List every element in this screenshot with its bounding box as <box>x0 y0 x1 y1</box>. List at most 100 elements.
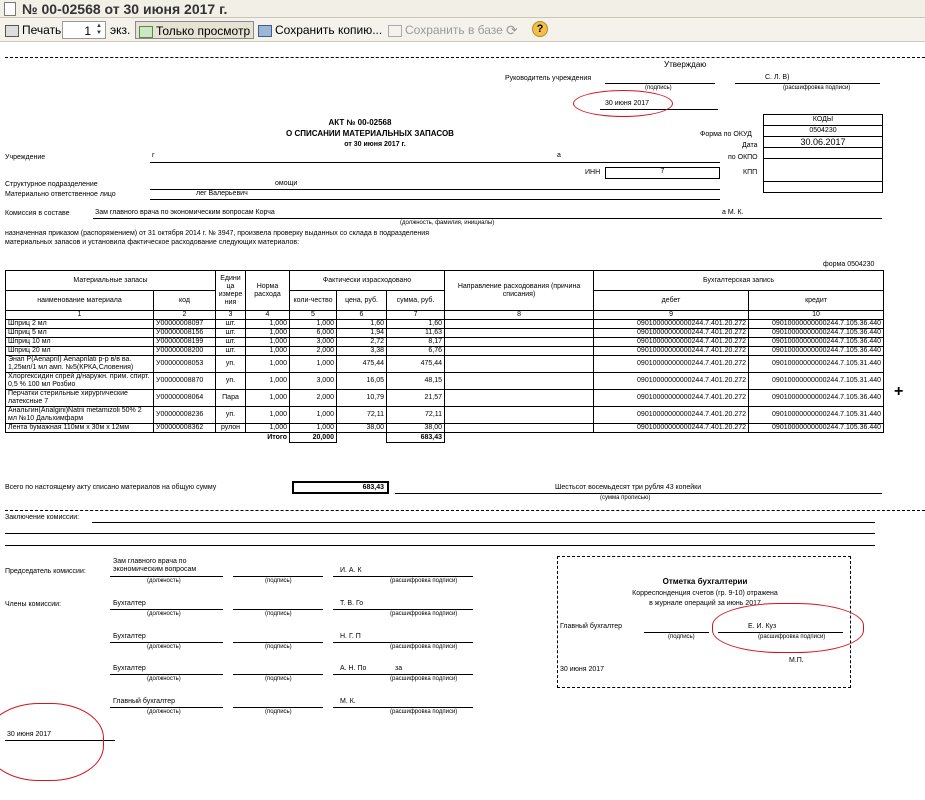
view-only-toggle[interactable]: Только просмотр <box>135 21 255 39</box>
column-number: 3 <box>215 310 246 320</box>
table-row: Анальгин(Analgini)Natrii metamizoli 50% … <box>5 406 885 424</box>
cell-name: Шприц 2 мл <box>5 319 154 329</box>
head-name: С. Л. В) <box>765 74 790 81</box>
copies-unit-label: экз. <box>110 23 131 37</box>
okpo-label: по ОКПО <box>728 154 758 161</box>
print-button[interactable]: Печать <box>2 21 64 39</box>
conclusion-label: Заключение комиссии: <box>5 514 80 521</box>
table-row: Перчатки стерильные хирургические латекс… <box>5 389 885 407</box>
cell-sum: 11,63 <box>385 328 446 338</box>
toolbar: Печать 1 ▲ ▼ экз. Только просмотр Сохрани… <box>0 18 925 42</box>
cell-sum: 72,11 <box>385 406 446 424</box>
cell-dir <box>444 423 595 433</box>
refresh-icon[interactable]: ⟳ <box>503 21 521 39</box>
cell-unit: шт. <box>215 328 246 338</box>
head-label: Руководитель учреждения <box>505 75 592 82</box>
cell-norm: 1,000 <box>245 372 290 390</box>
cell-code: У00000008199 <box>153 337 216 347</box>
cell-unit: рулон <box>215 423 246 433</box>
window-titlebar: № 00-02568 от 30 июня 2017 г. <box>0 0 925 18</box>
column-number: 2 <box>153 310 216 320</box>
cell-credit: 09010000000000244.7.105.31.440 <box>748 406 885 424</box>
cell-qty: 2,000 <box>289 346 337 356</box>
cell-dir <box>444 389 595 407</box>
cell-dir <box>444 372 595 390</box>
okpo-code <box>763 147 883 159</box>
cell-debit: 09010000000000244.7.401.20.272 <box>593 328 750 338</box>
cell-sum: 8,17 <box>385 337 446 347</box>
inn-box: 7 <box>605 167 720 179</box>
column-number: 10 <box>748 310 885 320</box>
member-position: Бухгалтер <box>113 633 146 640</box>
cell-norm: 1,000 <box>245 389 290 407</box>
cell-price: 72,11 <box>336 406 387 424</box>
cell-debit: 09010000000000244.7.401.20.272 <box>593 372 750 390</box>
cell-norm: 1,000 <box>245 355 290 373</box>
copies-input[interactable]: 1 ▲ ▼ <box>62 21 106 39</box>
cell-credit: 09010000000000244.7.105.36.440 <box>748 346 885 356</box>
cell-norm: 1,000 <box>245 406 290 424</box>
kpp-code <box>763 181 883 193</box>
cell-qty: 1,000 <box>289 319 337 329</box>
cell-credit: 09010000000000244.7.105.31.440 <box>748 355 885 373</box>
codes-table: КОДЫ 0504230 30.06.2017 <box>763 114 883 193</box>
approve-label: Утверждаю <box>664 60 707 69</box>
save-db-icon <box>388 24 402 37</box>
cell-price: 1,94 <box>336 328 387 338</box>
total-words: Шестьсот восемьдесят три рубля 43 копейк… <box>555 484 702 491</box>
cell-debit: 09010000000000244.7.401.20.272 <box>593 355 750 373</box>
cell-credit: 09010000000000244.7.105.36.440 <box>748 423 885 433</box>
table-row: Шприц 10 мл У00000008199 шт. 1,000 3,000 2,72… <box>5 337 885 347</box>
help-icon[interactable]: ? <box>532 21 548 37</box>
table-row: Шприц 5 мл У00000008156 шт. 1,000 6,000 1,94 1… <box>5 328 885 338</box>
cell-code: У00000008156 <box>153 328 216 338</box>
cell-price: 38,00 <box>336 423 387 433</box>
cell-credit: 09010000000000244.7.105.36.440 <box>748 328 885 338</box>
member-position: Бухгалтер <box>113 600 146 607</box>
cell-dir <box>444 406 595 424</box>
cell-name: Анальгин(Analgini)Natrii metamizoli 50% … <box>5 406 154 424</box>
table-row: Энап Р(Aenapril) Aenaprilati р-р в/в ва.… <box>5 355 885 373</box>
total-text: Всего по настоящему акту списано материа… <box>5 484 217 491</box>
cell-sum: 1,60 <box>385 319 446 329</box>
cell-qty: 1,000 <box>289 423 337 433</box>
cell-price: 16,05 <box>336 372 387 390</box>
cell-sum: 38,00 <box>385 423 446 433</box>
red-circle-mark <box>573 90 673 117</box>
save-db-button[interactable]: Сохранить в базе <box>385 21 506 39</box>
commission-label: Комиссия в составе <box>5 210 70 217</box>
cell-code: У00000008870 <box>153 372 216 390</box>
commission-value: Зам главного врача по экономическим вопр… <box>95 209 275 216</box>
form-label: форма 0504230 <box>823 261 875 268</box>
cell-credit: 09010000000000244.7.105.31.440 <box>748 372 885 390</box>
cell-code: У00000008097 <box>153 319 216 329</box>
date-label: Дата <box>742 142 758 149</box>
cell-dir <box>444 337 595 347</box>
cell-name: Хлоргексидин спрей д/наружн. прим. спирт… <box>5 372 154 390</box>
member-position: Главный бухгалтер <box>113 698 175 705</box>
member-name: А. Н. По <box>340 665 367 672</box>
cell-code: У00000008200 <box>153 346 216 356</box>
column-number: 7 <box>385 310 446 320</box>
copies-spinner[interactable]: ▲ ▼ <box>94 23 104 37</box>
total-amount-box: 683,43 <box>292 481 389 494</box>
cell-dir <box>444 355 595 373</box>
member-name: Т. В. Го <box>340 600 364 607</box>
inn-label: ИНН <box>585 169 601 176</box>
cell-debit: 09010000000000244.7.401.20.272 <box>593 337 750 347</box>
document-icon <box>4 2 16 16</box>
act-date: от 30 июня 2017 г. <box>344 141 406 148</box>
column-number: 1 <box>5 310 154 320</box>
save-copy-button[interactable]: Сохранить копию... <box>255 21 385 39</box>
cell-sum: 48,15 <box>385 372 446 390</box>
members-label: Члены комиссии: <box>5 601 62 608</box>
table-row: Шприц 20 мл У00000008200 шт. 1,000 2,000 3,38… <box>5 346 885 356</box>
cell-price: 3,38 <box>336 346 387 356</box>
cell-unit: уп. <box>215 406 246 424</box>
page-break <box>5 57 925 58</box>
act-number: АКТ № 00-02568 <box>328 118 392 127</box>
institution-label: Учреждение <box>5 154 46 161</box>
responsible-label: Материально ответственное лицо <box>5 191 116 198</box>
total-qty: 20,000 <box>289 432 337 443</box>
cell-unit: Пара <box>215 389 246 407</box>
